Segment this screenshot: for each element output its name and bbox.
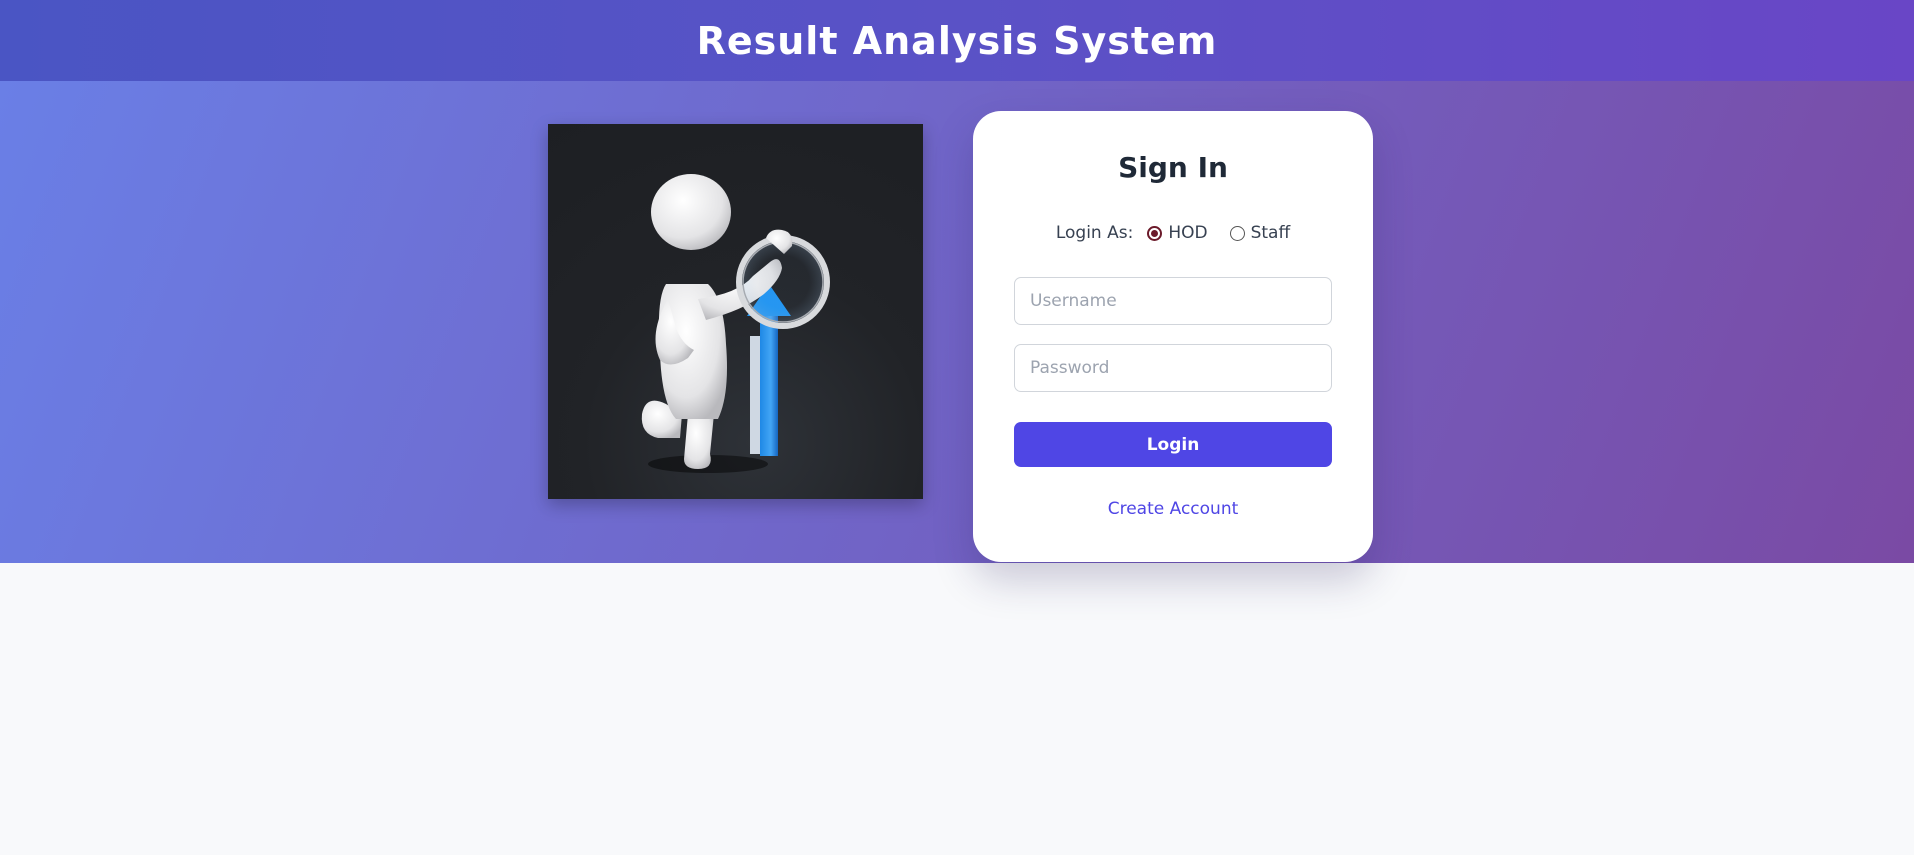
role-option-staff[interactable]: Staff <box>1229 223 1291 243</box>
password-input[interactable] <box>1014 344 1332 392</box>
app-title: Result Analysis System <box>696 18 1218 63</box>
role-selector: Login As: HOD Staff <box>973 223 1373 243</box>
signin-card: Sign In Login As: HOD Staff Login Create… <box>973 111 1373 562</box>
username-input[interactable] <box>1014 277 1332 325</box>
app-header: Result Analysis System <box>0 0 1914 81</box>
hero-banner <box>0 81 1914 563</box>
hod-label: HOD <box>1168 223 1208 243</box>
login-button[interactable]: Login <box>1014 422 1332 467</box>
role-option-hod[interactable]: HOD <box>1147 223 1208 243</box>
person-magnifier-icon <box>641 174 830 473</box>
staff-label: Staff <box>1250 223 1291 243</box>
signin-title: Sign In <box>1118 151 1228 184</box>
analysis-illustration <box>548 124 923 499</box>
create-account-link[interactable]: Create Account <box>973 499 1373 519</box>
hod-radio[interactable] <box>1147 225 1163 241</box>
login-as-label: Login As: <box>1055 223 1134 243</box>
staff-radio[interactable] <box>1229 225 1245 241</box>
